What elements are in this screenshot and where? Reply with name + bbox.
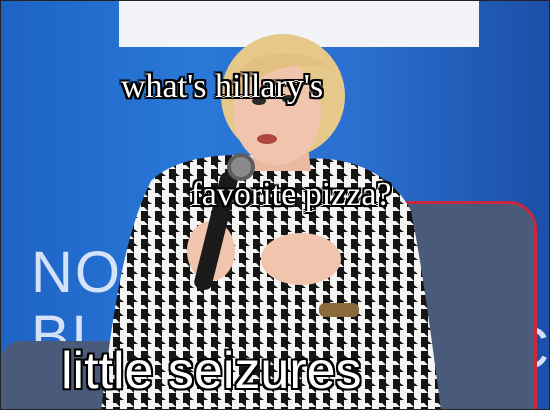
top-caption-line2: favorite pizza? (190, 176, 392, 213)
bottom-caption: little seizures (61, 342, 362, 400)
bracelet (319, 303, 359, 317)
meme-image: NO BL HC (0, 0, 550, 410)
top-caption: what's hillary's favorite pizza? (121, 1, 401, 285)
top-caption-line1: what's hillary's (121, 68, 324, 105)
